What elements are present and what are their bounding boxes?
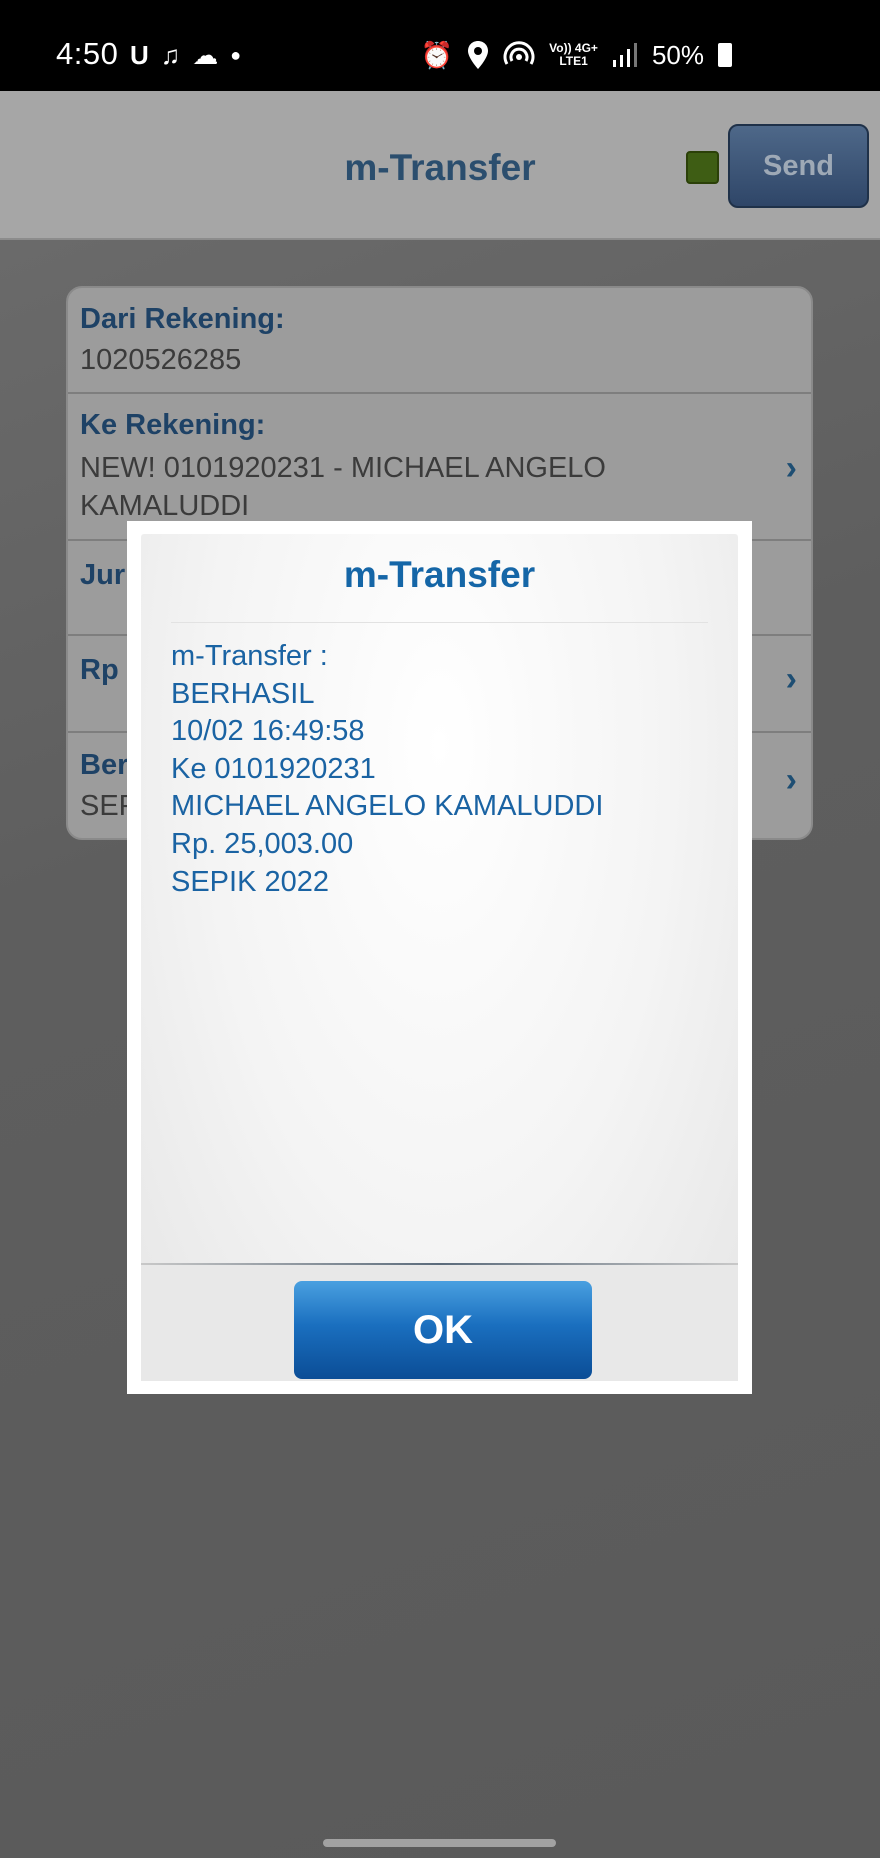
row-label: Ber <box>80 749 129 781</box>
chevron-right-icon: › <box>785 761 797 799</box>
ok-button[interactable]: OK <box>294 1281 592 1379</box>
battery-icon <box>718 43 732 67</box>
row-value: 1020526285 <box>80 344 242 376</box>
message-line-recipient: MICHAEL ANGELO KAMALUDDI <box>171 790 604 823</box>
message-line: m-Transfer : <box>171 640 328 672</box>
app-header: m-Transfer Send <box>0 91 880 240</box>
result-dialog: m-Transfer m-Transfer : BERHASIL 10/02 1… <box>127 521 752 1394</box>
row-label: Ke Rekening: <box>80 409 266 441</box>
row-label: Dari Rekening: <box>80 303 285 335</box>
message-line-destination: Ke 0101920231 <box>171 752 376 785</box>
row-label: Jur <box>80 559 126 591</box>
send-button[interactable]: Send <box>728 124 869 208</box>
row-value: NEW! 0101920231 - MICHAEL ANGELO KAMALUD… <box>80 452 606 522</box>
chevron-right-icon: › <box>785 660 797 698</box>
gesture-nav-handle[interactable] <box>323 1839 556 1847</box>
system-icons: ⏰ Vo)) 4G+ LTE1 50% <box>421 38 732 72</box>
dialog-message: m-Transfer : BERHASIL 10/02 16:49:58 Ke … <box>171 638 603 901</box>
signal-icon <box>612 43 637 67</box>
message-line-note: SEPIK 2022 <box>171 865 329 898</box>
form-row-destination-account[interactable]: Ke Rekening: NEW! 0101920231 - MICHAEL A… <box>68 394 811 541</box>
message-line-status: BERHASIL <box>171 677 315 710</box>
notification-icons: U ♫ ☁ ● <box>130 38 241 72</box>
chevron-right-icon: › <box>785 449 797 487</box>
hotspot-icon <box>503 41 535 65</box>
tiktok-icon: ♫ <box>160 40 181 70</box>
form-row-source-account[interactable]: Dari Rekening: 1020526285 <box>68 288 811 394</box>
dot-icon: ● <box>230 45 242 65</box>
connection-status-indicator <box>686 151 719 184</box>
status-time: 4:50 <box>56 36 119 71</box>
cloud-icon: ☁ <box>192 40 219 70</box>
message-line-amount: Rp. 25,003.00 <box>171 827 354 860</box>
location-icon <box>468 41 489 69</box>
alarm-icon: ⏰ <box>420 40 454 70</box>
dialog-title: m-Transfer <box>343 554 536 595</box>
u-icon: U <box>130 40 149 70</box>
row-label: Rp <box>80 654 119 686</box>
battery-text: 50% <box>651 40 704 70</box>
dialog-panel: m-Transfer m-Transfer : BERHASIL 10/02 1… <box>141 534 738 1381</box>
title-divider <box>171 622 708 623</box>
status-bar: 4:50 U ♫ ☁ ● ⏰ Vo)) 4G+ LTE1 50% <box>0 0 880 91</box>
network-type: Vo)) 4G+ LTE1 <box>549 41 598 68</box>
message-line-timestamp: 10/02 16:49:58 <box>171 715 365 748</box>
